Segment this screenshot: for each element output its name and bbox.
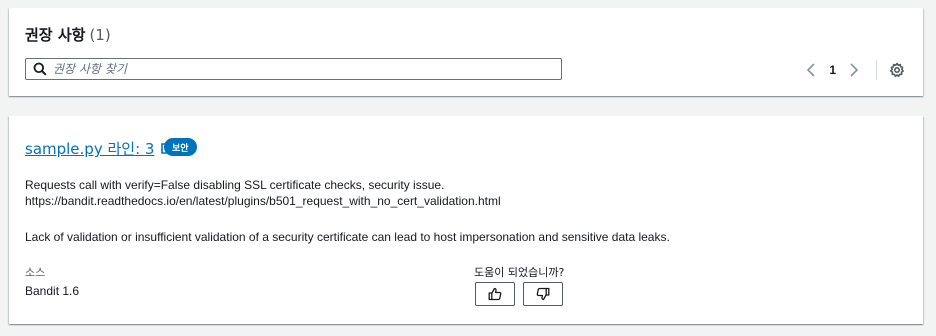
- page-number[interactable]: 1: [829, 63, 836, 77]
- gear-icon: [890, 62, 904, 78]
- security-badge: 보안: [164, 138, 197, 156]
- file-link-text[interactable]: sample.py 라인: 3: [25, 138, 154, 159]
- chevron-right-icon: [850, 63, 859, 77]
- recommendations-header-panel: 권장 사항(1) 1: [9, 8, 923, 96]
- pagination: 1: [801, 60, 907, 80]
- thumbs-down-button[interactable]: [523, 282, 563, 306]
- next-page-button[interactable]: [844, 60, 864, 80]
- description-url: https://bandit.readthedocs.io/en/latest/…: [25, 194, 501, 208]
- description-line-1: Requests call with verify=False disablin…: [25, 178, 445, 192]
- page-title: 권장 사항 (1): [25, 24, 111, 45]
- thumbs-up-icon: [488, 287, 502, 301]
- settings-button[interactable]: [887, 60, 907, 80]
- search-box[interactable]: [25, 58, 562, 80]
- source-label: 소스: [25, 266, 46, 279]
- recommendation-count: (1): [89, 26, 111, 44]
- chevron-left-icon: [807, 63, 815, 77]
- thumbs-down-icon: [536, 287, 550, 301]
- recommendation-card: sample.py 라인: 3 보안 Requests call with ve…: [9, 116, 923, 324]
- file-link[interactable]: sample.py 라인: 3: [25, 138, 173, 159]
- previous-page-button[interactable]: [801, 60, 821, 80]
- feedback-label: 도움이 되었습니까?: [474, 266, 565, 279]
- thumbs-up-button[interactable]: [475, 282, 515, 306]
- description-line-2: Lack of validation or insufficient valid…: [25, 230, 670, 244]
- search-input[interactable]: [53, 62, 561, 76]
- header-title-text: 권장 사항: [25, 26, 86, 44]
- divider: [876, 60, 877, 80]
- search-icon: [33, 62, 47, 76]
- source-value: Bandit 1.6: [25, 284, 80, 298]
